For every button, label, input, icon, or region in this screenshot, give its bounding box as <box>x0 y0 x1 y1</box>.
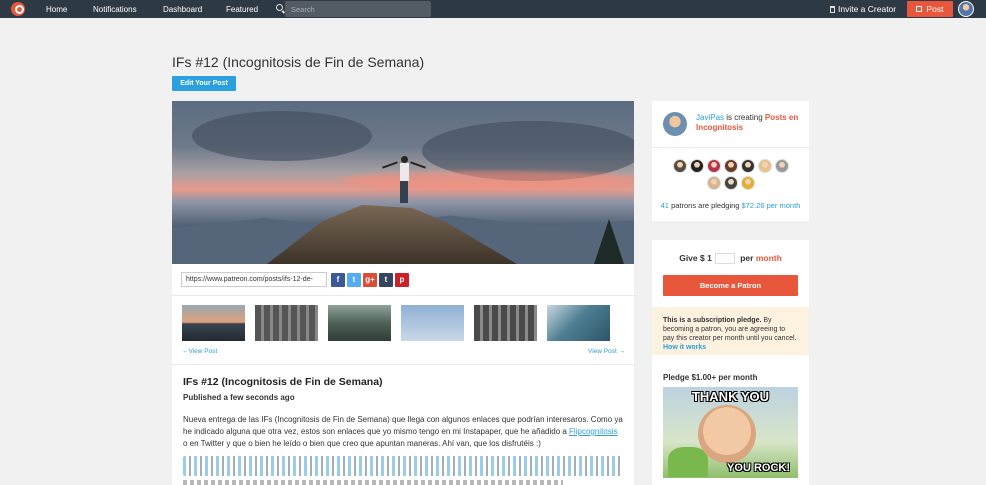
related-post-thumb[interactable] <box>474 305 537 341</box>
give-row: Give $ 1 per month <box>652 253 809 265</box>
meme-caption-bottom: YOU ROCK! <box>727 462 790 474</box>
published-time: Published a few seconds ago <box>183 393 295 402</box>
sunset-glow <box>342 171 634 189</box>
per-label: per <box>740 253 754 263</box>
google-plus-share-button[interactable]: g+ <box>363 272 377 287</box>
patron-avatar[interactable] <box>706 159 721 173</box>
patrons-text: patrons are pledging <box>668 201 742 210</box>
post-body-text: o en Twitter y que o bien he leído o bie… <box>183 439 541 448</box>
flipcognitosis-link[interactable]: Flipcognitosis <box>569 427 617 436</box>
page-title: IFs #12 (Incognitosis de Fin de Semana) <box>172 54 425 70</box>
view-previous-post-link[interactable]: ←View Post <box>182 348 217 355</box>
post-body-text: Nueva entrega de las IFs (Incognitosis d… <box>183 415 623 436</box>
related-post-thumb[interactable] <box>182 305 245 341</box>
related-post-thumb[interactable] <box>401 305 464 341</box>
post-label: Post <box>926 4 944 14</box>
creator-card: JaviPas is creating Posts en Incognitosi… <box>652 101 809 221</box>
cloud-shape <box>192 111 372 161</box>
facebook-share-button[interactable]: f <box>331 272 345 287</box>
how-it-works-link[interactable]: How it works <box>663 344 706 351</box>
patron-avatar[interactable] <box>740 176 755 190</box>
patreon-logo-icon[interactable] <box>11 2 25 16</box>
patron-count[interactable]: 41 <box>661 201 669 210</box>
related-post-thumb[interactable] <box>255 305 318 341</box>
patron-avatar[interactable] <box>672 159 687 173</box>
view-prev-label: View Post <box>188 348 218 355</box>
creator-info: JaviPas is creating Posts en Incognitosi… <box>696 113 806 133</box>
patron-avatar[interactable] <box>723 176 738 190</box>
tumblr-share-button[interactable]: t <box>379 272 393 287</box>
patron-avatar[interactable] <box>723 159 738 173</box>
post-button[interactable]: Post <box>907 1 953 17</box>
patron-avatars <box>665 159 796 190</box>
divider <box>652 147 809 148</box>
patron-avatar[interactable] <box>706 176 721 190</box>
related-post-thumb[interactable] <box>547 305 610 341</box>
post-title: IFs #12 (Incognitosis de Fin de Semana) <box>183 376 383 388</box>
post-card: https://www.patreon.com/posts/ifs-12-de-… <box>172 101 634 485</box>
view-next-post-link[interactable]: View Post → <box>588 348 625 355</box>
nav-dashboard[interactable]: Dashboard <box>163 5 202 14</box>
arrow-right-icon: → <box>618 348 626 355</box>
subscription-note: This is a subscription pledge. By becomi… <box>652 307 809 355</box>
person-figure <box>382 156 426 206</box>
pledge-amount-input[interactable] <box>714 253 735 265</box>
search-icon <box>276 4 283 11</box>
pinterest-share-button[interactable]: p <box>395 272 409 287</box>
meme-caption-top: THANK YOU <box>691 389 770 404</box>
pledge-total: $72.26 per month <box>741 201 801 210</box>
creator-avatar[interactable] <box>663 112 687 136</box>
obscured-content <box>183 456 623 476</box>
search-input[interactable] <box>285 1 431 17</box>
related-posts <box>182 305 610 341</box>
nav-notifications[interactable]: Notifications <box>93 5 137 14</box>
invite-creator-link[interactable]: Invite a Creator <box>830 4 896 14</box>
hero-image <box>172 101 634 264</box>
obscured-content <box>183 480 563 485</box>
patron-avatar[interactable] <box>774 159 789 173</box>
edit-icon <box>916 6 923 12</box>
post-url-field[interactable]: https://www.patreon.com/posts/ifs-12-de- <box>181 272 327 287</box>
become-patron-button[interactable]: Become a Patron <box>663 275 798 296</box>
give-amount-value: 1 <box>707 253 712 263</box>
patron-avatar[interactable] <box>689 159 704 173</box>
related-post-thumb[interactable] <box>328 305 391 341</box>
divider <box>172 364 634 365</box>
nav-featured[interactable]: Featured <box>226 5 258 14</box>
top-nav: Home Notifications Dashboard Featured In… <box>0 0 986 18</box>
twitter-share-button[interactable]: t <box>347 272 361 287</box>
user-avatar[interactable] <box>958 1 974 17</box>
post-body: Nueva entrega de las IFs (Incognitosis d… <box>183 414 623 450</box>
give-label: Give $ <box>679 253 705 263</box>
reward-image: THANK YOU YOU ROCK! <box>663 387 798 478</box>
patron-avatar[interactable] <box>740 159 755 173</box>
invite-label: Invite a Creator <box>838 4 897 14</box>
creator-is-creating: is creating <box>724 113 765 122</box>
view-next-label: View Post <box>588 348 617 355</box>
gift-icon <box>830 5 835 13</box>
meme-face <box>698 405 756 463</box>
nav-home[interactable]: Home <box>46 5 67 14</box>
share-row: https://www.patreon.com/posts/ifs-12-de-… <box>181 272 409 287</box>
pledge-card: Give $ 1 per month Become a Patron This … <box>652 240 809 485</box>
edit-post-button[interactable]: Edit Your Post <box>172 76 236 91</box>
month-label: month <box>755 253 782 263</box>
patron-summary: 41 patrons are pledging $72.26 per month <box>652 201 809 210</box>
patron-avatar[interactable] <box>757 159 772 173</box>
divider <box>172 295 634 296</box>
subscription-title: This is a subscription pledge. <box>663 317 762 324</box>
reward-tier-title: Pledge $1.00+ per month <box>663 373 758 382</box>
creator-name-link[interactable]: JaviPas <box>696 113 724 122</box>
